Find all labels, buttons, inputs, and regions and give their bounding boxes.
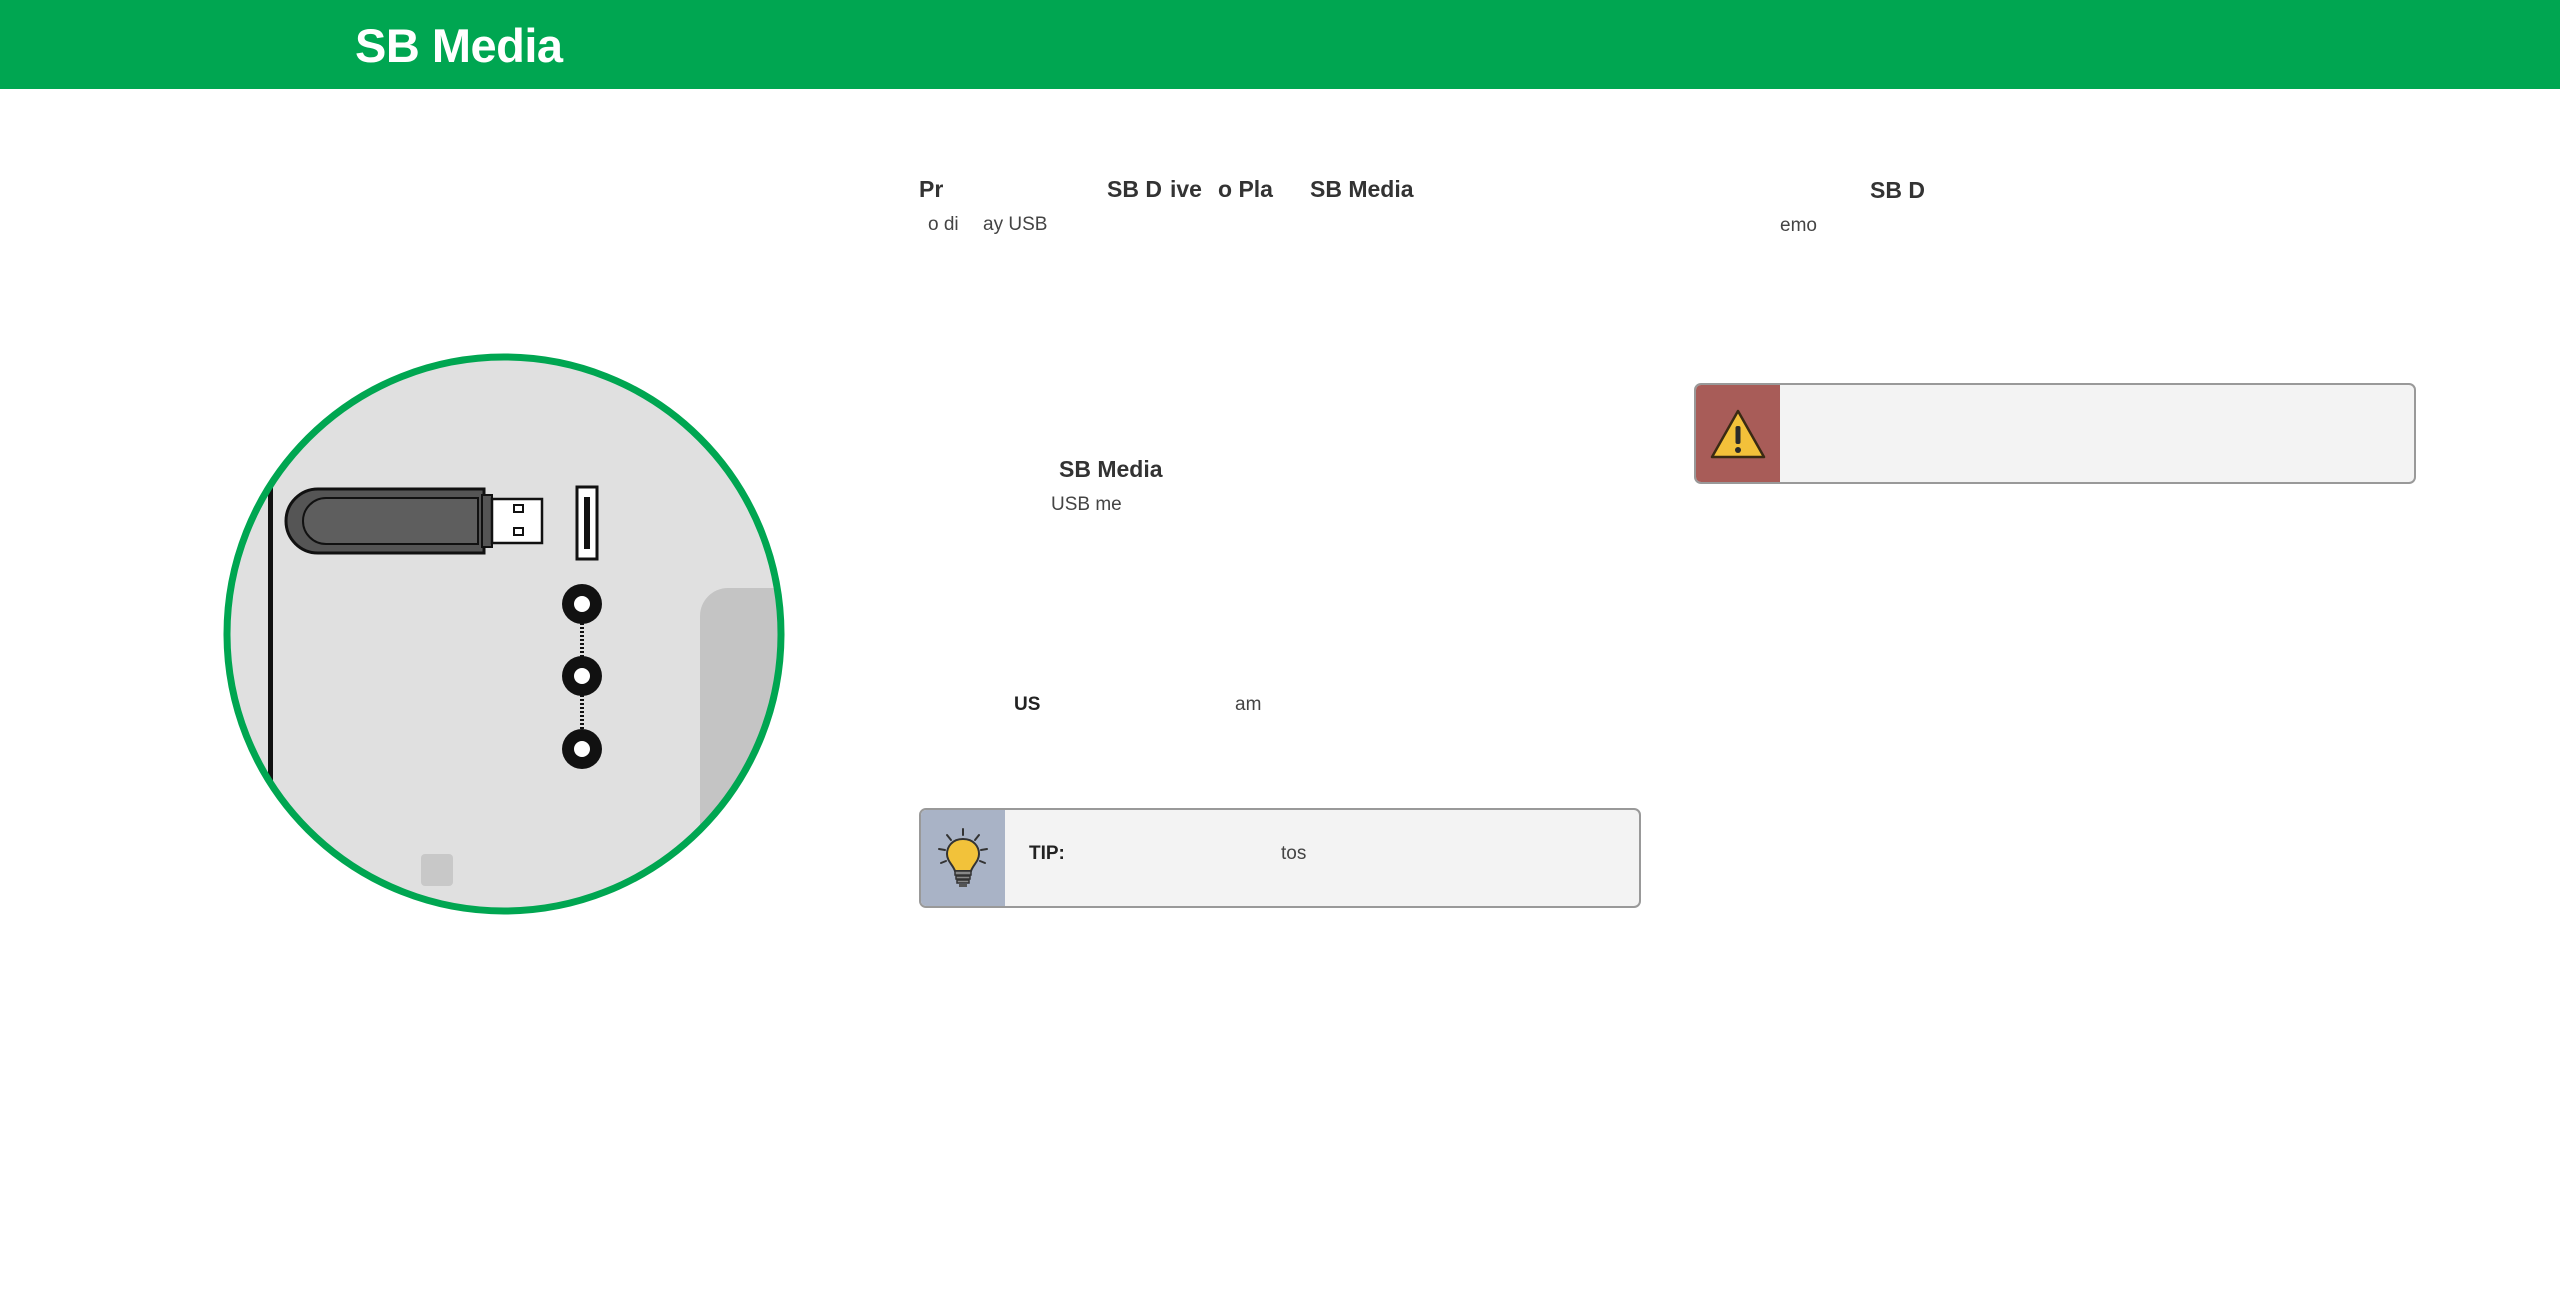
step-heading-prefix: Pr [919, 176, 944, 202]
usb-port-illustration [223, 353, 785, 915]
step-heading-play: o Pla [1218, 176, 1273, 202]
col2-heading: SB D [1870, 177, 1925, 203]
section2-sub: USB me [1051, 494, 1122, 515]
step-heading-drive: ive [1170, 176, 1202, 202]
usb-port-icon [575, 485, 599, 561]
warning-box [1694, 383, 2416, 484]
step-sub-a: o di [928, 214, 959, 235]
step-sub-b: ay USB [983, 214, 1048, 235]
header-bar: SB Media [0, 0, 2560, 89]
tip-box: TIP: tos [919, 808, 1641, 908]
step-heading-usb: SB D [1107, 176, 1162, 202]
tip-text: tos [1281, 843, 1307, 864]
section3-text: am [1235, 694, 1262, 715]
warning-icon [1710, 409, 1766, 458]
connection-dots-icon [562, 584, 602, 769]
usb-drive-icon [284, 487, 544, 555]
section2-heading: SB Media [1059, 456, 1163, 482]
lightbulb-icon [938, 828, 988, 887]
section3-bold: US [1014, 694, 1041, 715]
col2-sub: emo [1780, 215, 1817, 236]
tip-label: TIP: [1029, 843, 1065, 864]
page-title: SB Media [355, 19, 563, 72]
step-heading-media: SB Media [1310, 176, 1414, 202]
